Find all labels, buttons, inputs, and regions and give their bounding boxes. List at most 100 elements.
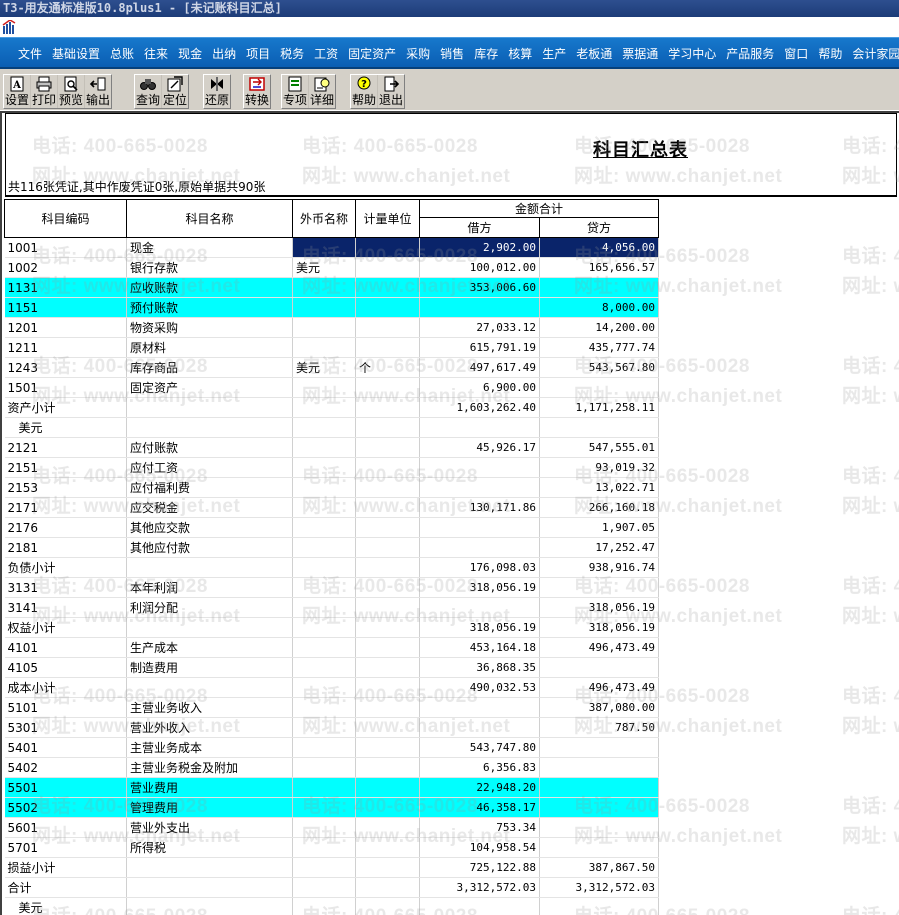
cell-currency[interactable] <box>292 457 356 478</box>
menu-item[interactable]: 现金 <box>173 45 207 62</box>
menu-item[interactable]: 基础设置 <box>47 45 105 62</box>
menu-item[interactable]: 生产 <box>537 45 571 62</box>
menu-item[interactable]: 库存 <box>469 45 503 62</box>
table-row[interactable]: 1002 银行存款 美元 100,012.00 165,656.57 <box>4 257 660 278</box>
cell-unit[interactable] <box>355 377 420 398</box>
cell-credit[interactable]: 787.50 <box>539 717 660 738</box>
cell-account-code[interactable]: 负债小计 <box>4 557 127 578</box>
table-row[interactable]: 1201 物资采购 27,033.12 14,200.00 <box>4 317 660 338</box>
cell-currency[interactable] <box>292 837 356 858</box>
cell-currency[interactable]: 美元 <box>292 257 356 278</box>
cell-account-code[interactable]: 2153 <box>4 477 127 498</box>
cell-account-name[interactable] <box>126 617 293 638</box>
cell-debit[interactable]: 2,902.00 <box>419 237 540 258</box>
cell-debit[interactable]: 1,603,262.40 <box>419 397 540 418</box>
cell-account-name[interactable]: 生产成本 <box>126 637 293 658</box>
table-row[interactable]: 5101 主营业务收入 387,080.00 <box>4 697 660 718</box>
menu-item[interactable]: 出纳 <box>207 45 241 62</box>
table-row[interactable]: 1131 应收账款 353,006.60 <box>4 277 660 298</box>
cell-currency[interactable] <box>292 437 356 458</box>
table-row[interactable]: 2153 应付福利费 13,022.71 <box>4 477 660 498</box>
cell-debit[interactable]: 104,958.54 <box>419 837 540 858</box>
cell-currency[interactable] <box>292 617 356 638</box>
cell-account-name[interactable] <box>126 677 293 698</box>
cell-currency[interactable] <box>292 417 356 438</box>
col-header-credit[interactable]: 贷方 <box>538 217 660 238</box>
cell-unit[interactable]: 个 <box>355 357 420 378</box>
cell-account-name[interactable]: 其他应交款 <box>126 517 293 538</box>
cell-debit[interactable] <box>419 517 540 538</box>
cell-currency[interactable] <box>292 557 356 578</box>
cell-account-code[interactable]: 1001 <box>4 237 127 258</box>
cell-account-code[interactable]: 合计 <box>4 877 127 898</box>
cell-account-name[interactable]: 预付账款 <box>126 297 293 318</box>
toolbar-button[interactable]: 详细 <box>308 75 335 108</box>
cell-debit[interactable]: 453,164.18 <box>419 637 540 658</box>
cell-account-name[interactable]: 应交税金 <box>126 497 293 518</box>
cell-unit[interactable] <box>355 297 420 318</box>
col-header-debit[interactable]: 借方 <box>419 217 540 238</box>
table-row[interactable]: 5601 营业外支出 753.34 <box>4 817 660 838</box>
cell-credit[interactable]: 17,252.47 <box>539 537 660 558</box>
cell-debit[interactable] <box>419 897 540 915</box>
table-row[interactable]: 2121 应付账款 45,926.17 547,555.01 <box>4 437 660 458</box>
cell-credit[interactable]: 387,080.00 <box>539 697 660 718</box>
cell-account-code[interactable]: 美元 <box>4 417 127 438</box>
cell-unit[interactable] <box>355 697 420 718</box>
col-header-currency[interactable]: 外币名称 <box>292 199 356 238</box>
menu-item[interactable]: 窗口 <box>779 45 813 62</box>
cell-account-code[interactable]: 5301 <box>4 717 127 738</box>
table-row[interactable]: 5701 所得税 104,958.54 <box>4 837 660 858</box>
cell-account-name[interactable]: 所得税 <box>126 837 293 858</box>
cell-credit[interactable]: 1,907.05 <box>539 517 660 538</box>
cell-unit[interactable] <box>355 677 420 698</box>
cell-credit[interactable] <box>539 657 660 678</box>
table-row[interactable]: 1243 库存商品 美元个 497,617.49 543,567.80 <box>4 357 660 378</box>
cell-account-code[interactable]: 4105 <box>4 657 127 678</box>
cell-debit[interactable] <box>419 597 540 618</box>
menu-item[interactable]: 销售 <box>435 45 469 62</box>
cell-debit[interactable] <box>419 537 540 558</box>
cell-credit[interactable] <box>539 377 660 398</box>
table-row[interactable]: 资产小计 1,603,262.40 1,171,258.11 <box>4 397 660 418</box>
cell-currency[interactable] <box>292 377 356 398</box>
cell-unit[interactable] <box>355 417 420 438</box>
cell-account-code[interactable]: 4101 <box>4 637 127 658</box>
cell-account-code[interactable]: 5501 <box>4 777 127 798</box>
cell-currency[interactable] <box>292 717 356 738</box>
table-row[interactable]: 美元 <box>4 417 660 438</box>
cell-credit[interactable] <box>539 817 660 838</box>
toolbar-button[interactable]: 打印 <box>30 75 57 108</box>
table-row[interactable]: 3131 本年利润 318,056.19 <box>4 577 660 598</box>
cell-credit[interactable]: 387,867.50 <box>539 857 660 878</box>
cell-account-name[interactable] <box>126 897 293 915</box>
cell-currency[interactable] <box>292 497 356 518</box>
cell-account-name[interactable]: 营业外收入 <box>126 717 293 738</box>
cell-unit[interactable] <box>355 577 420 598</box>
cell-currency[interactable] <box>292 777 356 798</box>
cell-account-name[interactable] <box>126 857 293 878</box>
cell-currency[interactable] <box>292 697 356 718</box>
cell-account-code[interactable]: 5502 <box>4 797 127 818</box>
toolbar-button[interactable]: 专项 <box>282 75 308 108</box>
cell-account-name[interactable]: 应收账款 <box>126 277 293 298</box>
cell-unit[interactable] <box>355 737 420 758</box>
cell-credit[interactable] <box>539 577 660 598</box>
cell-unit[interactable] <box>355 537 420 558</box>
cell-account-code[interactable]: 成本小计 <box>4 677 127 698</box>
cell-unit[interactable] <box>355 757 420 778</box>
menu-item[interactable]: 票据通 <box>617 45 663 62</box>
cell-currency[interactable] <box>292 277 356 298</box>
cell-unit[interactable] <box>355 857 420 878</box>
cell-credit[interactable]: 93,019.32 <box>539 457 660 478</box>
table-row[interactable]: 合计 3,312,572.03 3,312,572.03 <box>4 877 660 898</box>
cell-account-code[interactable]: 1131 <box>4 277 127 298</box>
table-row[interactable]: 5401 主营业务成本 543,747.80 <box>4 737 660 758</box>
cell-account-name[interactable] <box>126 877 293 898</box>
col-header-name[interactable]: 科目名称 <box>126 199 293 238</box>
table-row[interactable]: 4105 制造费用 36,868.35 <box>4 657 660 678</box>
toolbar-button[interactable]: ? 帮助 <box>351 75 377 108</box>
cell-account-code[interactable]: 3131 <box>4 577 127 598</box>
cell-unit[interactable] <box>355 557 420 578</box>
table-row[interactable]: 权益小计 318,056.19 318,056.19 <box>4 617 660 638</box>
